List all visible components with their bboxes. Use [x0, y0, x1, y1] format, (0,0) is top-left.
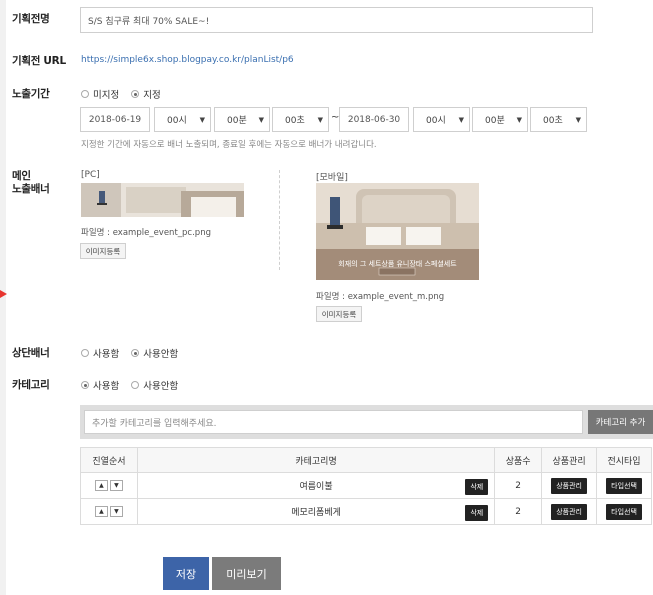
order-cell: ▲ ▼	[80, 472, 138, 499]
column-header: 상품관리	[541, 447, 598, 473]
mobile-banner-filename: 파일명 : example_event_m.png	[316, 292, 445, 302]
category-radio-group: 사용함 사용안함	[81, 378, 190, 392]
delete-button[interactable]: 삭제	[465, 479, 489, 495]
manage-products-button[interactable]: 상품관리	[551, 477, 587, 494]
category-name-input[interactable]: 추가할 카테고리를 입력해주세요.	[84, 410, 583, 434]
preview-button[interactable]: 미리보기	[212, 557, 281, 590]
category-label: 카테고리	[12, 379, 50, 391]
start-date-input[interactable]: 2018-06-19	[80, 107, 150, 132]
category-add-button[interactable]: 카테고리 추가	[588, 410, 653, 434]
column-header: 전시타입	[596, 447, 652, 473]
column-header: 상품수	[494, 447, 543, 473]
period-hint: 지정한 기간에 자동으로 배너 노출되며, 종료일 후에는 자동으로 배너가 내…	[81, 140, 377, 150]
radio-selected-icon	[131, 349, 140, 357]
top-banner-label: 상단배너	[12, 347, 50, 359]
chevron-down-icon: ▼	[258, 115, 264, 124]
pc-image-upload-button[interactable]: 이미지등록	[80, 243, 126, 259]
mobile-banner-text: 회재의 그 세트상품 유니장태 스페셜세트	[338, 260, 457, 268]
url-label: 기획전 URL	[12, 55, 66, 67]
period-set-option[interactable]: 지정	[131, 87, 161, 101]
plan-url-link[interactable]: https://simple6x.shop.blogpay.co.kr/plan…	[81, 55, 294, 65]
move-up-icon[interactable]: ▲	[94, 480, 108, 491]
start-minute-select[interactable]: 00분 ▼	[214, 107, 270, 132]
move-down-icon[interactable]: ▼	[109, 506, 123, 517]
table-row: ▲ ▼ 여름이불 삭제 2 상품관리 타입선택	[80, 472, 652, 499]
mobile-banner-caption: [모바일]	[316, 173, 348, 183]
column-header: 카테고리명	[136, 447, 496, 473]
pc-banner-image	[81, 183, 244, 217]
plan-name-input[interactable]: S/S 침구류 최대 70% SALE~!	[80, 7, 593, 33]
name-label: 기획전명	[12, 13, 50, 25]
end-minute-select[interactable]: 00분 ▼	[472, 107, 528, 132]
pc-banner-caption: [PC]	[81, 170, 100, 180]
category-name: 메모리폼베게	[291, 508, 341, 518]
move-up-icon[interactable]: ▲	[94, 506, 108, 517]
category-name-cell: 메모리폼베게 삭제	[136, 498, 496, 525]
product-count: 2	[494, 472, 543, 499]
banner-divider	[279, 170, 280, 270]
period-unset-option[interactable]: 미지정	[81, 87, 119, 101]
radio-selected-icon	[81, 381, 89, 389]
manage-products-button[interactable]: 상품관리	[551, 503, 587, 520]
radio-icon	[81, 349, 89, 357]
end-date-input[interactable]: 2018-06-30	[339, 107, 409, 132]
chevron-down-icon: ▼	[199, 115, 205, 124]
chevron-down-icon: ▼	[575, 115, 581, 124]
save-button[interactable]: 저장	[163, 557, 209, 590]
pc-banner-filename: 파일명 : example_event_pc.png	[81, 228, 211, 238]
chevron-down-icon: ▼	[516, 115, 522, 124]
radio-icon	[131, 381, 140, 389]
end-hour-select[interactable]: 00시 ▼	[413, 107, 470, 132]
chevron-down-icon: ▼	[458, 115, 464, 124]
top-banner-use-option[interactable]: 사용함	[81, 346, 119, 360]
start-second-select[interactable]: 00초 ▼	[272, 107, 329, 132]
radio-icon	[81, 90, 89, 98]
main-banner-label: 메인 노출배너	[12, 170, 50, 195]
select-type-button[interactable]: 타입선택	[606, 503, 642, 520]
manage-cell: 상품관리	[541, 498, 598, 525]
manage-cell: 상품관리	[541, 472, 598, 499]
top-banner-nouse-option[interactable]: 사용안함	[131, 346, 178, 360]
category-nouse-option[interactable]: 사용안함	[131, 378, 178, 392]
radio-selected-icon	[131, 90, 140, 98]
end-second-select[interactable]: 00초 ▼	[530, 107, 587, 132]
period-label: 노출기간	[12, 88, 50, 100]
order-cell: ▲ ▼	[80, 498, 138, 525]
table-row: ▲ ▼ 메모리폼베게 삭제 2 상품관리 타입선택	[80, 498, 652, 525]
column-header: 진열순서	[80, 447, 138, 473]
category-use-option[interactable]: 사용함	[81, 378, 119, 392]
chevron-down-icon: ▼	[317, 115, 323, 124]
category-name: 여름이불	[299, 482, 333, 492]
start-hour-select[interactable]: 00시 ▼	[154, 107, 211, 132]
top-banner-radio-group: 사용함 사용안함	[81, 346, 190, 360]
category-name-cell: 여름이불 삭제	[136, 472, 496, 499]
pointer-arrow-icon	[0, 290, 7, 298]
category-table: 진열순서 카테고리명 상품수 상품관리 전시타입 ▲ ▼ 여름이불 삭제 2 상품…	[80, 447, 652, 525]
move-down-icon[interactable]: ▼	[109, 480, 123, 491]
mobile-image-upload-button[interactable]: 이미지등록	[316, 306, 362, 322]
type-cell: 타입선택	[596, 498, 652, 525]
delete-button[interactable]: 삭제	[465, 505, 489, 521]
table-header-row: 진열순서 카테고리명 상품수 상품관리 전시타입	[80, 447, 652, 473]
product-count: 2	[494, 498, 543, 525]
select-type-button[interactable]: 타입선택	[606, 477, 642, 494]
type-cell: 타입선택	[596, 472, 652, 499]
period-radio-group: 미지정 지정	[81, 87, 173, 101]
